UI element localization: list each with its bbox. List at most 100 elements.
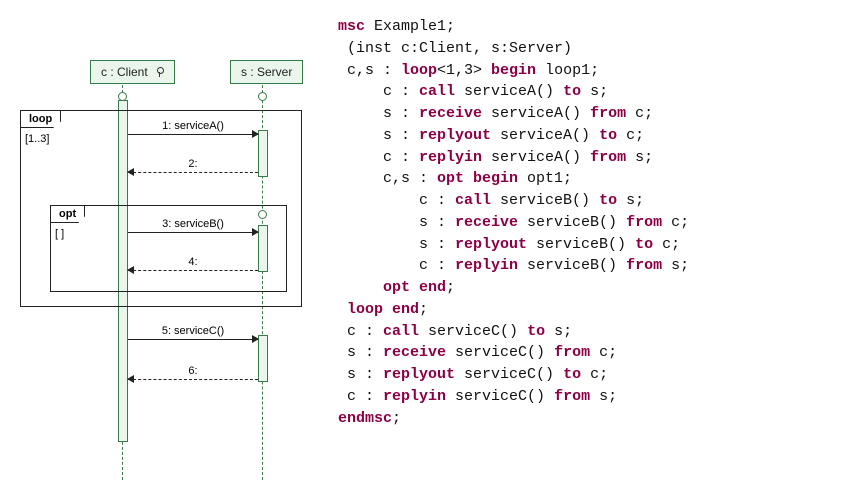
code-text: serviceB() (527, 236, 635, 253)
code-text: s : (338, 105, 419, 122)
keyword: call (419, 83, 455, 100)
keyword: to (635, 236, 653, 253)
code-text: c; (581, 366, 608, 383)
keyword: from (554, 388, 590, 405)
keyword: replyout (419, 127, 491, 144)
code-text: c; (626, 105, 653, 122)
code-text: c : (338, 388, 383, 405)
keyword: replyout (455, 236, 527, 253)
fragment-guard: [ ] (55, 228, 64, 240)
message-label: 3: serviceB() (128, 218, 258, 230)
keyword: opt end (383, 279, 446, 296)
message-reply: 2: (128, 158, 258, 173)
code-text: <1,3> (437, 62, 491, 79)
code-text (338, 301, 347, 318)
code-text: c; (662, 214, 689, 231)
code-text: serviceB() (518, 214, 626, 231)
arrow-icon (128, 172, 258, 173)
keyword: to (563, 83, 581, 100)
lifeline-label: c : Client (101, 65, 148, 79)
message-call: 5: serviceC() (128, 325, 258, 340)
code-text: c; (590, 344, 617, 361)
code-text: s : (338, 127, 419, 144)
keyword: receive (419, 105, 482, 122)
code-text: serviceB() (491, 192, 599, 209)
keyword: receive (455, 214, 518, 231)
lifeline-head-server: s : Server (230, 60, 303, 84)
arrow-icon (128, 232, 258, 233)
sequence-diagram: c : Client s : Server loop [1..3] opt [ … (0, 0, 320, 500)
code-text: s; (581, 83, 608, 100)
keyword: from (554, 344, 590, 361)
arrow-icon (128, 134, 258, 135)
message-reply: 6: (128, 365, 258, 380)
msc-code: msc Example1; (inst c:Client, s:Server) … (320, 0, 699, 500)
lifeline-label: s : Server (241, 65, 292, 79)
code-text: s : (338, 236, 455, 253)
message-label: 5: serviceC() (128, 325, 258, 337)
keyword: to (563, 366, 581, 383)
code-text: Example1; (365, 18, 455, 35)
code-text: s; (662, 257, 689, 274)
keyword: msc (338, 18, 365, 35)
keyword: replyin (455, 257, 518, 274)
code-text: s; (626, 149, 653, 166)
actor-icon (154, 67, 164, 79)
activation-server (258, 335, 268, 382)
code-text: c : (338, 83, 419, 100)
code-text: serviceA() (482, 149, 590, 166)
code-text: serviceB() (518, 257, 626, 274)
code-text: c : (338, 192, 455, 209)
message-label: 1: serviceA() (128, 120, 258, 132)
code-text: serviceA() (491, 127, 599, 144)
code-text: opt1; (518, 170, 572, 187)
code-text: loop1; (536, 62, 599, 79)
keyword: receive (383, 344, 446, 361)
keyword: replyin (383, 388, 446, 405)
code-text: c; (653, 236, 680, 253)
lifeline-head-client: c : Client (90, 60, 175, 84)
arrow-icon (128, 339, 258, 340)
fragment-label: opt (51, 206, 85, 223)
code-text: serviceA() (482, 105, 590, 122)
message-label: 4: (128, 256, 258, 268)
keyword: begin (491, 62, 536, 79)
code-text: c; (617, 127, 644, 144)
keyword: endmsc (338, 410, 392, 427)
keyword: to (527, 323, 545, 340)
code-text: s : (338, 344, 383, 361)
fragment-label: loop (21, 111, 61, 128)
keyword: to (599, 127, 617, 144)
endpoint-icon (258, 92, 267, 101)
message-label: 2: (128, 158, 258, 170)
keyword: replyin (419, 149, 482, 166)
message-label: 6: (128, 365, 258, 377)
code-text: serviceC() (419, 323, 527, 340)
arrow-icon (128, 379, 258, 380)
code-text: c : (338, 257, 455, 274)
code-text: serviceC() (446, 388, 554, 405)
keyword: opt begin (437, 170, 518, 187)
code-text: c : (338, 323, 383, 340)
fragment-guard: [1..3] (25, 133, 49, 145)
code-text: c : (338, 149, 419, 166)
code-text: s; (590, 388, 617, 405)
code-text: s; (545, 323, 572, 340)
code-text (338, 279, 383, 296)
code-text: s; (617, 192, 644, 209)
code-text: serviceC() (446, 344, 554, 361)
code-text: s : (338, 366, 383, 383)
message-call: 1: serviceA() (128, 120, 258, 135)
code-text: s : (338, 214, 455, 231)
message-call: 3: serviceB() (128, 218, 258, 233)
keyword: loop end (347, 301, 419, 318)
message-reply: 4: (128, 256, 258, 271)
keyword: from (590, 105, 626, 122)
code-text: ; (446, 279, 455, 296)
keyword: from (626, 214, 662, 231)
code-text: serviceA() (455, 83, 563, 100)
keyword: loop (401, 62, 437, 79)
keyword: from (590, 149, 626, 166)
keyword: from (626, 257, 662, 274)
code-text: (inst c:Client, s:Server) (338, 40, 572, 57)
